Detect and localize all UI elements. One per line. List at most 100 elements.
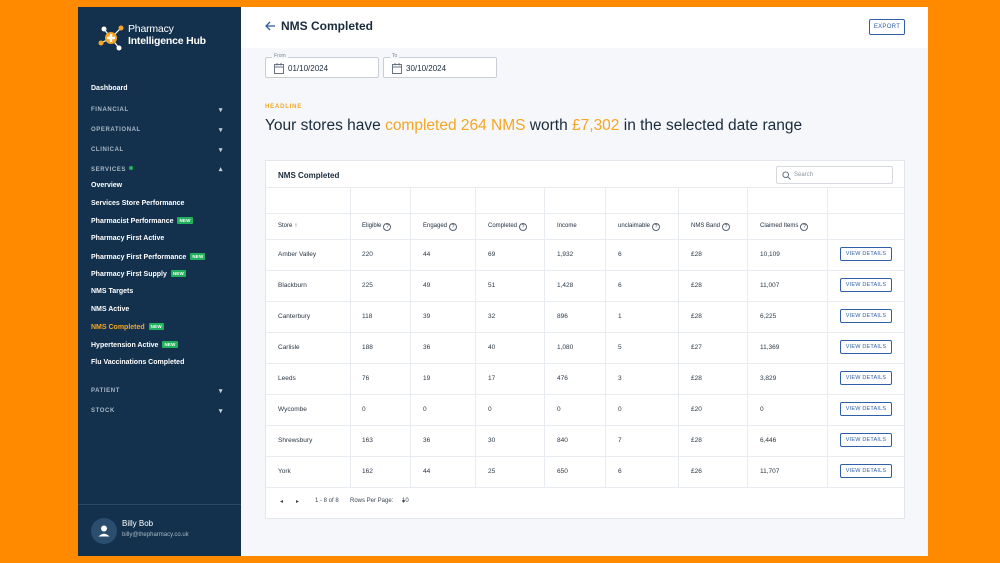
rows-per-page-value: 10 bbox=[402, 498, 409, 504]
sidebar-item-label: Pharmacy First Active bbox=[91, 235, 165, 242]
table-cell: 7 bbox=[618, 437, 622, 444]
column-header-engaged[interactable]: Engaged? bbox=[423, 223, 458, 231]
date-to-field[interactable]: To 30/10/2024 bbox=[383, 53, 497, 78]
sidebar-item-hypertension-active[interactable]: Hypertension Active NEW bbox=[91, 341, 178, 349]
store-name-cell: York bbox=[278, 468, 291, 475]
column-header-label: unclaimable bbox=[618, 223, 651, 229]
chevron-down-icon: ▾ bbox=[218, 127, 223, 134]
sidebar-item-pharmacy-first-active[interactable]: Pharmacy First Active bbox=[91, 235, 164, 242]
help-icon[interactable]: ? bbox=[652, 223, 661, 231]
sidebar-item-overview[interactable]: Overview bbox=[91, 182, 122, 189]
table-cell: £28 bbox=[691, 375, 702, 382]
new-badge: NEW bbox=[190, 253, 206, 260]
table-grid-line bbox=[605, 187, 606, 487]
date-to-label: To bbox=[390, 53, 400, 59]
table-cell: 476 bbox=[557, 375, 568, 382]
sidebar-item-services-store-performance[interactable]: Services Store Performance bbox=[91, 200, 184, 207]
help-icon[interactable]: ? bbox=[519, 223, 528, 231]
new-badge: NEW bbox=[170, 270, 186, 277]
view-details-button[interactable]: VIEW DETAILS bbox=[840, 340, 892, 354]
headline-completed: completed 264 NMS bbox=[385, 117, 526, 134]
prev-page-icon[interactable]: ◂ bbox=[280, 498, 283, 505]
user-profile[interactable]: Billy Bob billy@thepharmacy.co.uk bbox=[78, 504, 241, 556]
help-icon[interactable]: ? bbox=[449, 223, 458, 231]
table-cell: 1,428 bbox=[557, 282, 574, 289]
nav-section-services[interactable]: SERVICES ▴ bbox=[91, 166, 223, 173]
view-details-button[interactable]: VIEW DETAILS bbox=[840, 464, 892, 478]
rows-per-page-select[interactable]: 10 ▾ bbox=[402, 498, 409, 505]
page-header: NMS Completed EXPORT bbox=[241, 7, 928, 48]
new-badge: NEW bbox=[148, 323, 164, 330]
table-cell: 69 bbox=[488, 251, 496, 258]
store-name-cell: Shrewsbury bbox=[278, 437, 313, 444]
column-header-claimed-items[interactable]: Claimed Items? bbox=[760, 223, 809, 231]
chevron-down-icon: ▾ bbox=[218, 107, 223, 114]
sidebar-item-nms-active[interactable]: NMS Active bbox=[91, 306, 129, 313]
column-header-completed[interactable]: Completed? bbox=[488, 223, 528, 231]
table-cell: 163 bbox=[362, 437, 373, 444]
table-cell: £28 bbox=[691, 282, 702, 289]
help-icon[interactable]: ? bbox=[722, 223, 731, 231]
column-header-label: Income bbox=[557, 223, 577, 229]
nav-section-financial[interactable]: FINANCIAL ▾ bbox=[91, 107, 223, 114]
table-cell: 17 bbox=[488, 375, 496, 382]
nav-section-label: CLINICAL bbox=[91, 147, 124, 153]
headline-prefix: Your stores have bbox=[265, 117, 386, 134]
table-cell: 40 bbox=[488, 344, 496, 351]
nav-section-clinical[interactable]: CLINICAL ▾ bbox=[91, 147, 223, 154]
column-header-nms-band[interactable]: NMS Band? bbox=[691, 223, 731, 231]
view-details-button[interactable]: VIEW DETAILS bbox=[840, 371, 892, 385]
back-arrow-icon[interactable] bbox=[263, 19, 277, 33]
date-to-value: 30/10/2024 bbox=[406, 64, 447, 73]
sidebar-item-label: Flu Vaccinations Completed bbox=[91, 359, 185, 366]
table-grid-line bbox=[350, 187, 351, 487]
sidebar-item-nms-targets[interactable]: NMS Targets bbox=[91, 288, 133, 295]
headline-middle: worth bbox=[525, 117, 573, 134]
logo[interactable]: Pharmacy Intelligence Hub bbox=[97, 23, 232, 53]
view-details-button[interactable]: VIEW DETAILS bbox=[840, 309, 892, 323]
sidebar-item-label: Pharmacist Performance bbox=[91, 218, 174, 225]
sidebar-item-pharmacist-performance[interactable]: Pharmacist Performance NEW bbox=[91, 217, 193, 225]
table-title: NMS Completed bbox=[278, 171, 340, 180]
nav-section-stock[interactable]: STOCK ▾ bbox=[91, 408, 223, 415]
table-cell: 6 bbox=[618, 468, 622, 475]
column-header-unclaimable[interactable]: unclaimable? bbox=[618, 223, 661, 231]
table-cell: 220 bbox=[362, 251, 373, 258]
sidebar-item-nms-completed[interactable]: NMS Completed NEW bbox=[91, 323, 164, 331]
column-header-label: Completed bbox=[488, 223, 518, 229]
nav-section-patient[interactable]: PATIENT ▾ bbox=[91, 388, 223, 395]
headline-label: HEADLINE bbox=[265, 104, 303, 110]
sidebar-item-label: Pharmacy First Performance bbox=[91, 254, 187, 261]
table-cell: 0 bbox=[557, 406, 561, 413]
sidebar-item-pharmacy-first-supply[interactable]: Pharmacy First Supply NEW bbox=[91, 270, 186, 278]
sidebar-item-pharmacy-first-performance[interactable]: Pharmacy First Performance NEW bbox=[91, 253, 206, 261]
nav-dashboard[interactable]: Dashboard bbox=[91, 85, 128, 92]
export-button[interactable]: EXPORT bbox=[869, 19, 905, 35]
next-page-icon[interactable]: ▸ bbox=[296, 498, 299, 505]
table-cell: 51 bbox=[488, 282, 496, 289]
column-header-income[interactable]: Income bbox=[557, 223, 577, 229]
view-details-button[interactable]: VIEW DETAILS bbox=[840, 278, 892, 292]
sidebar-item-label: Services Store Performance bbox=[91, 200, 185, 207]
table-cell: 118 bbox=[362, 313, 373, 320]
table-cell: 1,080 bbox=[557, 344, 574, 351]
column-header-eligible[interactable]: Eligible? bbox=[362, 223, 392, 231]
column-header-label: NMS Band bbox=[691, 223, 721, 229]
sidebar-item-flu-vaccinations-completed[interactable]: Flu Vaccinations Completed bbox=[91, 359, 184, 366]
table-cell: 6 bbox=[618, 251, 622, 258]
nav-section-operational[interactable]: OPERATIONAL ▾ bbox=[91, 127, 223, 134]
table-cell: 11,707 bbox=[760, 468, 780, 475]
view-details-button[interactable]: VIEW DETAILS bbox=[840, 247, 892, 261]
table-cell: 11,369 bbox=[760, 344, 780, 351]
chevron-up-icon: ▴ bbox=[218, 166, 223, 173]
headline-worth: £7,302 bbox=[572, 117, 620, 134]
view-details-button[interactable]: VIEW DETAILS bbox=[840, 433, 892, 447]
view-details-button[interactable]: VIEW DETAILS bbox=[840, 402, 892, 416]
search-input[interactable]: Search bbox=[776, 166, 893, 184]
table-cell: 11,007 bbox=[760, 282, 780, 289]
column-header-store[interactable]: Store ↑ bbox=[278, 223, 297, 229]
sort-arrow-icon: ↑ bbox=[294, 223, 298, 229]
date-from-field[interactable]: From 01/10/2024 bbox=[265, 53, 379, 78]
help-icon[interactable]: ? bbox=[800, 223, 809, 231]
help-icon[interactable]: ? bbox=[383, 223, 392, 231]
